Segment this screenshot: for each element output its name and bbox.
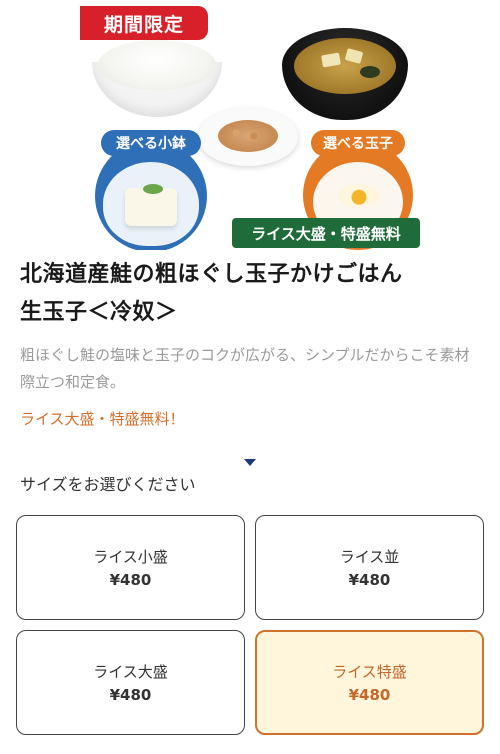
size-option-price: ¥480	[109, 571, 152, 589]
size-option-extra-large[interactable]: ライス特盛 ¥480	[255, 630, 484, 735]
side-dish-circle: 選べる小鉢	[95, 130, 207, 250]
limited-time-badge: 期間限定	[80, 6, 208, 40]
miso-soup-image	[282, 28, 408, 120]
chevron-down-icon	[244, 459, 256, 466]
size-option-price: ¥480	[109, 686, 152, 704]
product-title: 北海道産鮭の粗ほぐし玉子かけごはん 生玉子＜冷奴＞	[20, 256, 480, 332]
size-section-label: サイズをお選びください	[20, 475, 196, 494]
size-option-price: ¥480	[348, 571, 391, 589]
size-option-name: ライス小盛	[93, 548, 168, 566]
product-title-line2: 生玉子＜冷奴＞	[20, 300, 178, 325]
side-dish-label: 選べる小鉢	[101, 130, 201, 156]
product-image: 期間限定 選べる小鉢 選べる玉子 ライス大盛・特盛無料	[0, 0, 500, 250]
size-options: ライス小盛 ¥480 ライス並 ¥480 ライス大盛 ¥480 ライス特盛 ¥4…	[0, 515, 500, 735]
egg-choice-label: 選べる玉子	[311, 130, 405, 156]
product-description: 粗ほぐし鮭の塩味と玉子のコクが広がる、シンプルだからこそ素材際立つ和定食。	[20, 346, 470, 391]
size-option-price: ¥480	[348, 686, 391, 704]
product-title-line1: 北海道産鮭の粗ほぐし玉子かけごはん	[20, 262, 403, 287]
size-option-name: ライス特盛	[332, 663, 407, 681]
size-option-regular[interactable]: ライス並 ¥480	[255, 515, 484, 620]
size-option-name: ライス並	[339, 548, 400, 566]
promo-text: ライス大盛・特盛無料！	[20, 410, 185, 428]
size-option-small[interactable]: ライス小盛 ¥480	[16, 515, 245, 620]
size-option-large[interactable]: ライス大盛 ¥480	[16, 630, 245, 735]
size-option-name: ライス大盛	[93, 663, 168, 681]
egg-image	[339, 184, 379, 208]
free-upsize-banner: ライス大盛・特盛無料	[232, 218, 420, 248]
salmon-flakes-image	[198, 108, 298, 166]
